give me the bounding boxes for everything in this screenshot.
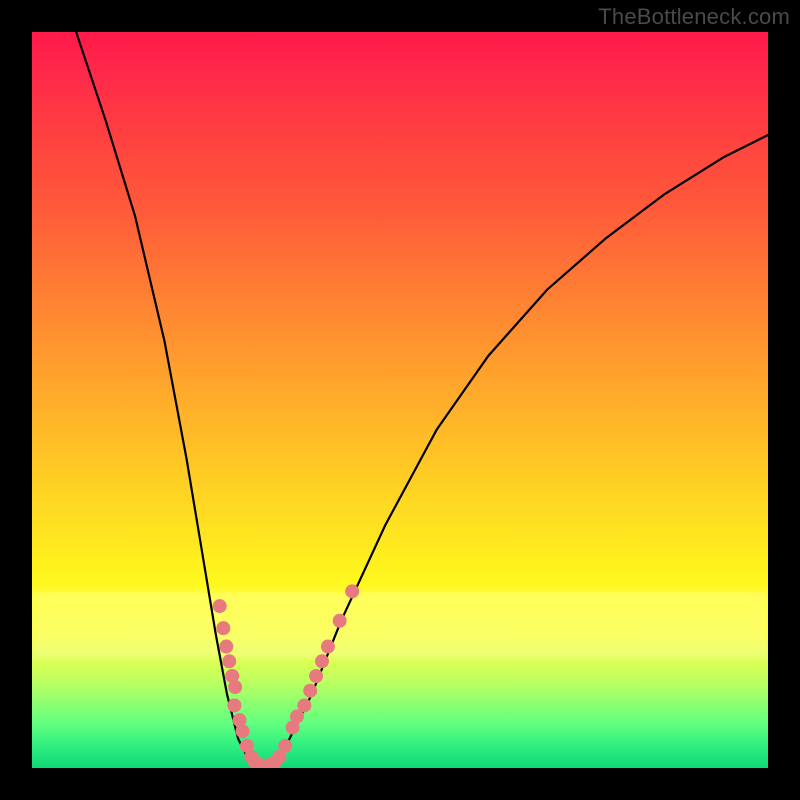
data-point [345,584,359,598]
plot-area [32,32,768,768]
data-point [278,739,292,753]
bottleneck-curve [76,32,768,768]
watermark-text: TheBottleneck.com [598,4,790,30]
data-point [227,698,241,712]
data-point [213,599,227,613]
chart-svg [32,32,768,768]
data-point [309,669,323,683]
data-point [315,654,329,668]
data-point [236,724,250,738]
data-point [333,614,347,628]
chart-frame: TheBottleneck.com [0,0,800,800]
data-point [228,680,242,694]
data-point [303,684,317,698]
data-point [219,640,233,654]
data-point [216,621,230,635]
data-point [222,654,236,668]
data-point [321,640,335,654]
data-point-group [213,584,359,768]
data-point [297,698,311,712]
